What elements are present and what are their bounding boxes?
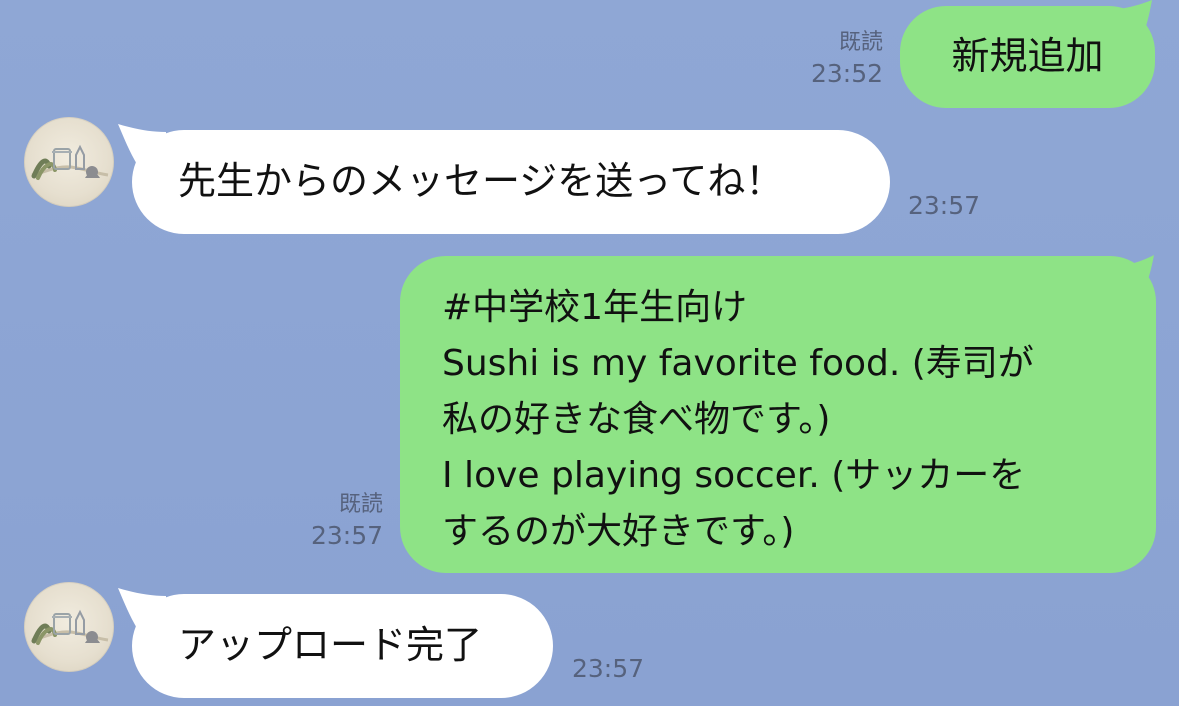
timestamp: 23:57 [908, 191, 981, 220]
read-status: 既読 [338, 492, 383, 517]
message-line: 私の好きな食べ物です。) [442, 399, 831, 440]
avatar-image-icon [31, 144, 109, 180]
message-text: 先生からのメッセージを送ってね！ [178, 159, 784, 204]
avatar[interactable] [24, 117, 114, 207]
outgoing-message-lesson-examples[interactable]: #中学校1年生向け Sushi is my favorite food. (寿司… [400, 256, 1156, 573]
outgoing-bubble-tail-icon [1103, 0, 1152, 48]
incoming-message-teacher-request[interactable]: 先生からのメッセージを送ってね！ [132, 130, 890, 234]
message-line: #中学校1年生向け [442, 287, 748, 328]
message-meta-1: 既読 23:52 [801, 30, 883, 89]
read-status: 既読 [838, 30, 883, 55]
incoming-message-upload-complete[interactable]: アップロード完了 [132, 594, 553, 698]
avatar-image-icon [31, 609, 109, 645]
chat-area: 既読 23:52 新規追加 先生からのメッセージを送ってね！ 23:57 既読 … [0, 0, 1179, 706]
message-line: Sushi is my favorite food. (寿司が [442, 343, 1034, 384]
message-text: 新規追加 [951, 34, 1104, 79]
message-meta-2: 既読 23:57 [301, 492, 383, 551]
outgoing-bubble-tail-icon [1104, 255, 1154, 303]
avatar[interactable] [24, 582, 114, 672]
timestamp: 23:57 [310, 521, 383, 551]
timestamp: 23:52 [810, 59, 883, 89]
message-line: するのが大好きです。) [442, 511, 795, 552]
message-line: I love playing soccer. (サッカーを [442, 455, 1026, 496]
timestamp: 23:57 [572, 654, 645, 683]
message-text: アップロード完了 [178, 623, 483, 668]
